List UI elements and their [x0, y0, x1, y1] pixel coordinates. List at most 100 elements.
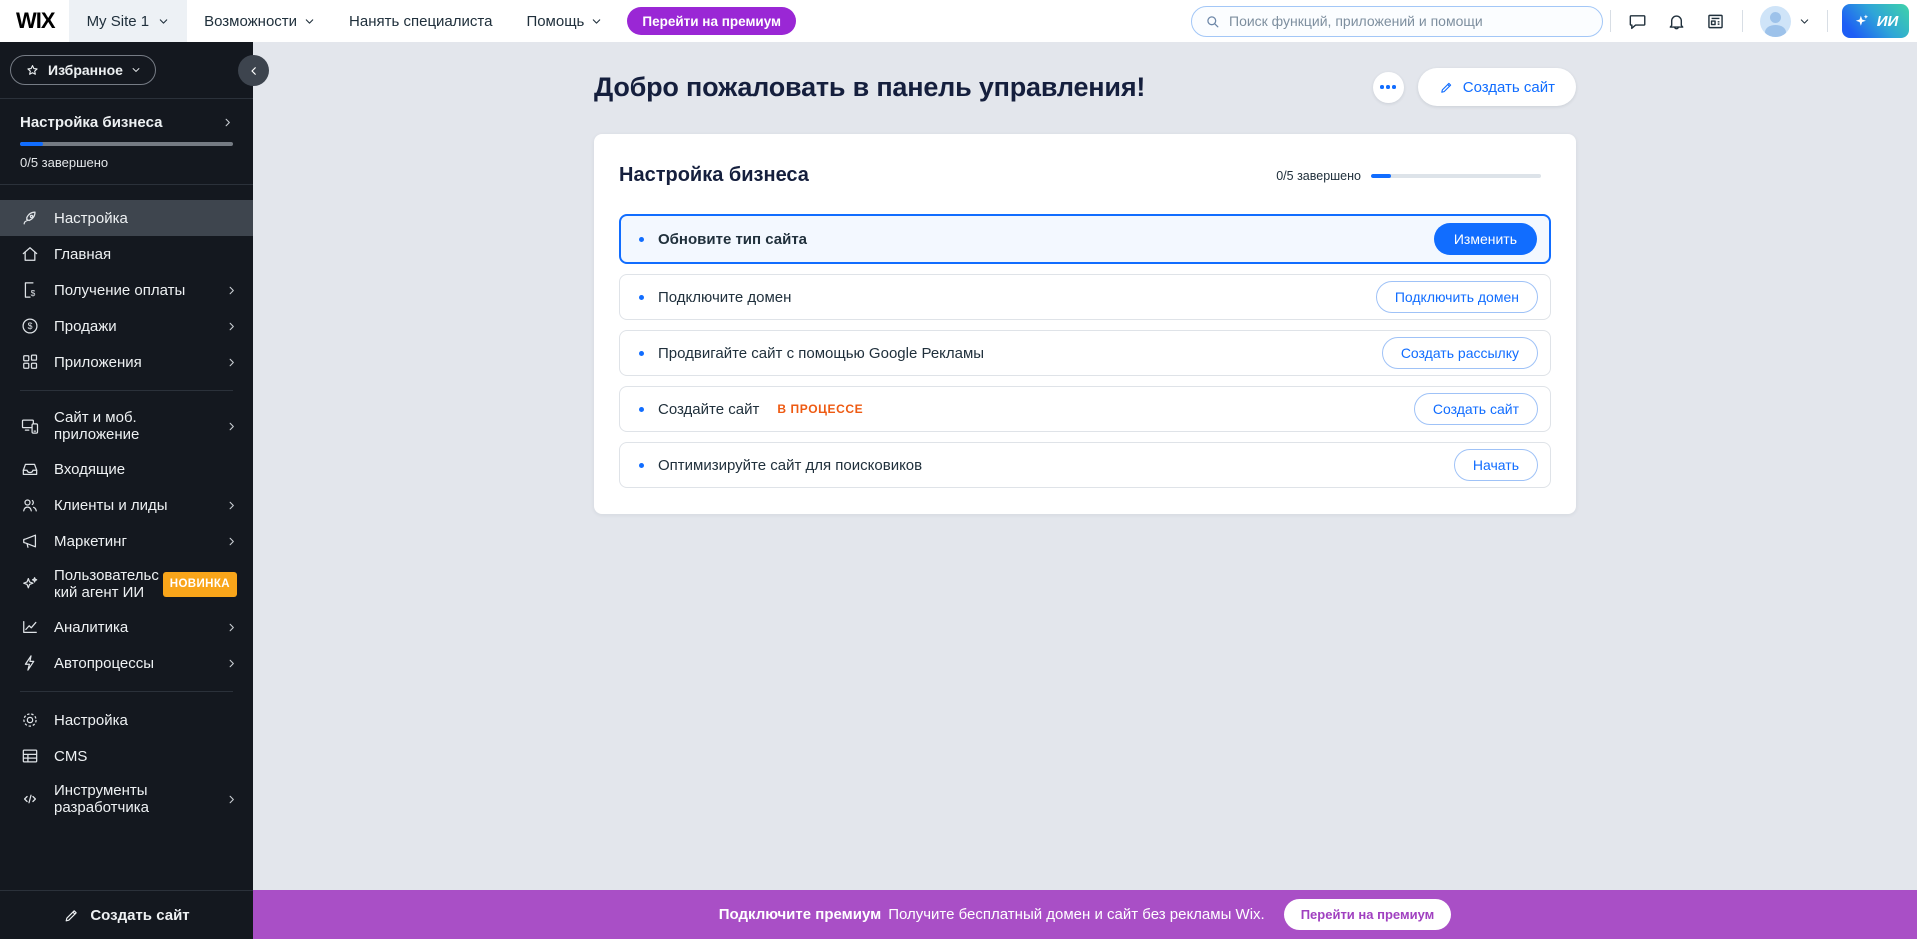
news-icon	[1705, 11, 1726, 32]
chevron-right-icon	[226, 421, 237, 432]
chevron-down-icon	[591, 16, 602, 27]
inbox-icon	[20, 459, 40, 479]
home-icon	[20, 244, 40, 264]
sidebar-item-home[interactable]: Главная	[0, 236, 253, 272]
chevron-right-icon	[226, 622, 237, 633]
site-name: My Site 1	[87, 13, 150, 30]
automations-icon	[20, 653, 40, 673]
updates-button[interactable]	[1696, 0, 1735, 42]
task-connect-domain[interactable]: Подключите домен Подключить домен	[619, 274, 1551, 320]
sidebar-navigation: Настройка Главная $ Получение оплаты $ П…	[0, 185, 253, 890]
rocket-icon	[20, 208, 40, 228]
chevron-down-icon	[131, 65, 141, 75]
sidebar-item-sales[interactable]: $ Продажи	[0, 308, 253, 344]
card-title: Настройка бизнеса	[619, 164, 809, 187]
global-search[interactable]	[1191, 6, 1603, 37]
task-create-campaign-button[interactable]: Создать рассылку	[1382, 337, 1538, 369]
chevron-right-icon	[226, 794, 237, 805]
notifications-button[interactable]	[1657, 0, 1696, 42]
sidebar-item-inbox[interactable]: Входящие	[0, 451, 253, 487]
more-actions-button[interactable]	[1373, 72, 1404, 103]
sidebar-item-analytics[interactable]: Аналитика	[0, 609, 253, 645]
task-promote-google-ads[interactable]: Продвигайте сайт с помощью Google Реклам…	[619, 330, 1551, 376]
sidebar: Избранное Настройка бизнеса 0/5 завершен…	[0, 42, 253, 939]
create-site-sidebar-button[interactable]: Создать сайт	[0, 890, 253, 939]
nav-hire-professional[interactable]: Нанять специалиста	[332, 0, 509, 42]
favorites-button[interactable]: Избранное	[10, 55, 156, 85]
nav-features[interactable]: Возможности	[187, 0, 332, 42]
contacts-icon	[20, 495, 40, 515]
business-setup-summary[interactable]: Настройка бизнеса 0/5 завершено	[0, 99, 253, 184]
nav-help[interactable]: Помощь	[509, 0, 619, 42]
search-icon	[1204, 13, 1221, 30]
chevron-right-icon	[226, 357, 237, 368]
chevron-right-icon	[226, 285, 237, 296]
site-menu-dropdown[interactable]: My Site 1	[69, 0, 188, 42]
wix-logo: WIX	[16, 8, 55, 34]
chevron-right-icon	[226, 321, 237, 332]
new-badge: НОВИНКА	[163, 572, 237, 597]
topbar: WIX My Site 1 Возможности Нанять специал…	[0, 0, 1917, 42]
task-create-site-button[interactable]: Создать сайт	[1414, 393, 1538, 425]
sidebar-item-settings[interactable]: Настройка	[0, 702, 253, 738]
task-start-button[interactable]: Начать	[1454, 449, 1538, 481]
star-icon	[25, 63, 40, 78]
sidebar-item-ai-agent[interactable]: Пользовательский агент ИИ НОВИНКА	[0, 559, 253, 609]
ai-assistant-button[interactable]: ИИ	[1842, 4, 1909, 38]
gear-icon	[20, 710, 40, 730]
apps-icon	[20, 352, 40, 372]
sidebar-item-cms[interactable]: CMS	[0, 738, 253, 774]
svg-text:$: $	[31, 288, 36, 298]
sidebar-item-contacts[interactable]: Клиенты и лиды	[0, 487, 253, 523]
sidebar-item-setup[interactable]: Настройка	[0, 200, 253, 236]
sidebar-item-payments[interactable]: $ Получение оплаты	[0, 272, 253, 308]
sidebar-item-apps[interactable]: Приложения	[0, 344, 253, 380]
bullet-dot	[639, 351, 644, 356]
chevron-right-icon	[226, 500, 237, 511]
chevron-right-icon	[226, 658, 237, 669]
task-update-site-type[interactable]: Обновите тип сайта Изменить	[619, 214, 1551, 264]
bullet-dot	[639, 463, 644, 468]
bullet-dot	[639, 237, 644, 242]
main-content: Добро пожаловать в панель управления! Со…	[253, 42, 1917, 890]
setup-title: Настройка бизнеса	[20, 114, 162, 131]
bell-icon	[1666, 11, 1687, 32]
svg-text:$: $	[28, 321, 33, 331]
task-create-site[interactable]: Создайте сайт В ПРОЦЕССЕ Создать сайт	[619, 386, 1551, 432]
task-connect-domain-button[interactable]: Подключить домен	[1376, 281, 1538, 313]
sidebar-item-marketing[interactable]: Маркетинг	[0, 523, 253, 559]
banner-premium-button[interactable]: Перейти на премиум	[1284, 899, 1452, 930]
chevron-down-icon	[1799, 16, 1810, 27]
sparkle-icon	[1853, 12, 1871, 30]
site-and-mobile-icon	[20, 416, 40, 436]
chevron-right-icon	[226, 536, 237, 547]
chevron-down-icon	[304, 16, 315, 27]
banner-bold-text: Подключите премиум	[719, 906, 881, 923]
chat-button[interactable]	[1618, 0, 1657, 42]
sidebar-item-dev-tools[interactable]: Инструменты разработчика	[0, 774, 253, 824]
account-menu[interactable]	[1750, 6, 1820, 37]
divider	[20, 390, 233, 391]
avatar	[1760, 6, 1791, 37]
page-title: Добро пожаловать в панель управления!	[594, 72, 1145, 103]
bullet-dot	[639, 407, 644, 412]
card-progress-label: 0/5 завершено	[1276, 169, 1361, 183]
dev-tools-icon	[20, 789, 40, 809]
task-change-button[interactable]: Изменить	[1434, 223, 1537, 255]
sidebar-collapse-button[interactable]	[238, 55, 269, 86]
divider	[20, 691, 233, 692]
top-navigation: Возможности Нанять специалиста Помощь	[187, 0, 619, 42]
sidebar-item-automations[interactable]: Автопроцессы	[0, 645, 253, 681]
create-site-header-button[interactable]: Создать сайт	[1418, 68, 1576, 106]
analytics-icon	[20, 617, 40, 637]
upgrade-premium-button[interactable]: Перейти на премиум	[627, 7, 796, 35]
divider	[1610, 10, 1611, 32]
search-input[interactable]	[1229, 13, 1590, 29]
business-setup-card: Настройка бизнеса 0/5 завершено Обновите…	[594, 134, 1576, 514]
task-seo-optimize[interactable]: Оптимизируйте сайт для поисковиков Начат…	[619, 442, 1551, 488]
pencil-icon	[63, 907, 80, 924]
chevron-down-icon	[158, 16, 169, 27]
ai-agent-icon	[20, 574, 40, 594]
sales-icon: $	[20, 316, 40, 336]
sidebar-item-site-and-mobile-app[interactable]: Сайт и моб. приложение	[0, 401, 253, 451]
